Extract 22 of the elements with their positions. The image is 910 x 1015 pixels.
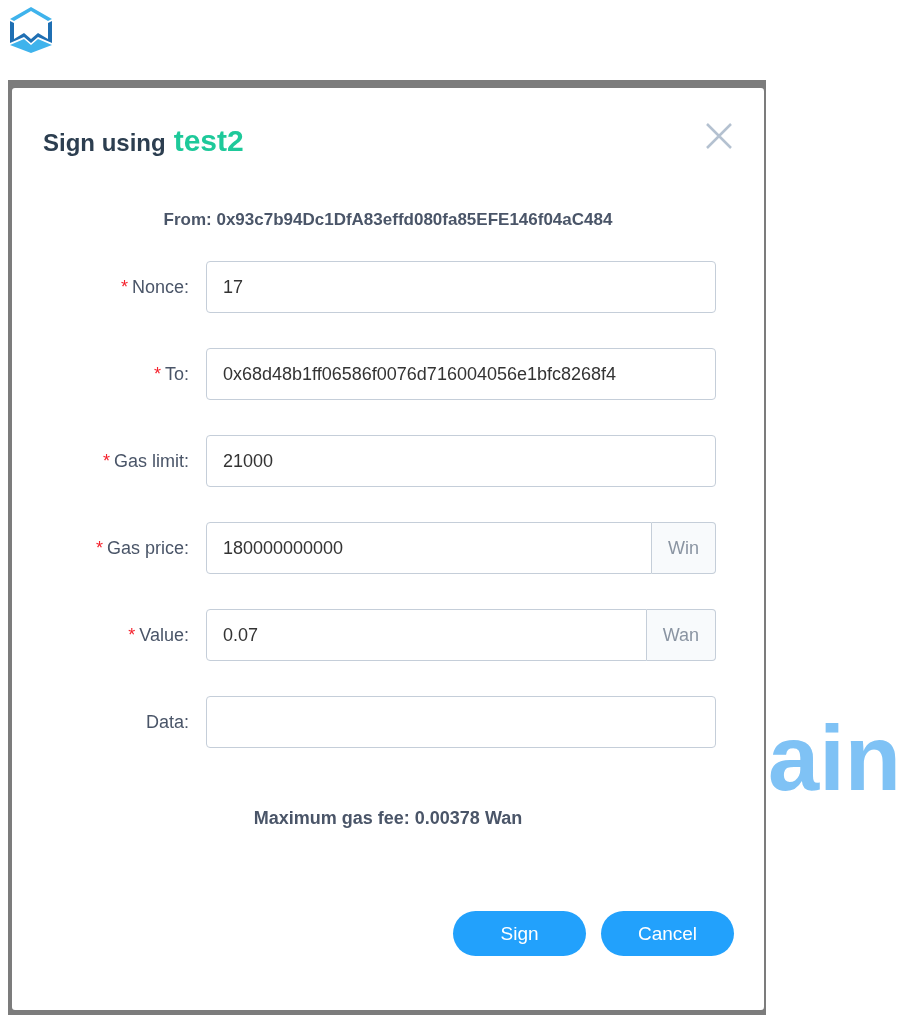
field-label: * To: [152,363,190,385]
input-field[interactable]: 21000 [206,435,716,487]
input-field[interactable]: 180000000000 [206,522,652,574]
gas-fee-text: Maximum gas fee: 0.00378 Wan [252,808,524,829]
close-icon [704,121,734,151]
field-label: * Gas limit: [101,450,190,472]
background-heading: ain [768,712,901,804]
input-field[interactable]: 0.07 [206,609,647,661]
field-label: * Nonce: [119,276,190,298]
close-button[interactable] [704,121,734,151]
field-label: * Value: [127,624,190,646]
field-label: * Gas price: [94,537,190,559]
unit-addon: Wan [646,609,716,661]
from-address: From: 0x93c7b94Dc1DfA83effd080fa85EFE146f04aC484 [162,210,614,230]
dialog-title: Sign using [43,129,166,157]
field-label: Data: [144,711,190,733]
input-field[interactable] [206,696,716,748]
account-name: test2 [173,124,244,158]
input-field[interactable]: 0x68d48b1ff06586f0076d716004056e1bfc8268f4 [206,348,716,400]
input-field[interactable]: 17 [206,261,716,313]
unit-addon: Win [652,522,716,574]
logo-icon [8,6,54,54]
